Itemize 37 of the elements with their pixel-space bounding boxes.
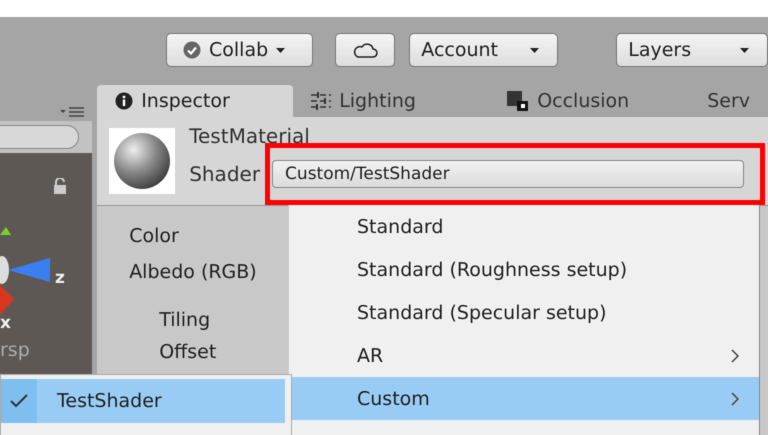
- property-label: Offset: [158, 340, 216, 365]
- property-label: Color: [129, 224, 179, 249]
- menu-item[interactable]: Custom: [289, 377, 759, 420]
- property-label: Albedo (RGB): [129, 260, 257, 285]
- shader-dropdown[interactable]: Custom/TestShader: [272, 160, 744, 188]
- caret-icon: [740, 48, 749, 52]
- search-field[interactable]: [0, 125, 79, 149]
- menu-icon[interactable]: [60, 107, 84, 117]
- dropdown-button[interactable]: Layers: [616, 33, 768, 67]
- panel-tab[interactable]: Occlusion: [489, 85, 690, 117]
- property-label: Tiling: [158, 308, 210, 333]
- cloud-icon: [352, 42, 378, 58]
- shader-label: Shader: [189, 162, 260, 186]
- panel-tab[interactable]: Serv: [689, 85, 768, 117]
- info-icon: [115, 92, 134, 110]
- menu-item[interactable]: Standard: [289, 205, 759, 248]
- menu-item[interactable]: Standard (Roughness setup): [289, 248, 759, 291]
- sliders-icon: [311, 92, 332, 110]
- panel-tab[interactable]: Lighting: [293, 85, 490, 117]
- menu-item[interactable]: AR: [289, 334, 759, 377]
- caret-icon: [530, 48, 540, 52]
- lock-icon[interactable]: [53, 178, 67, 194]
- material-name: TestMaterial: [189, 126, 310, 146]
- chevron-right-icon: [731, 392, 739, 406]
- collab-button[interactable]: Collab: [166, 33, 313, 67]
- check-circle-icon: [183, 41, 201, 59]
- caret-icon: [276, 48, 286, 52]
- panel-tab[interactable]: Inspector: [97, 85, 294, 117]
- occlusion-icon: [507, 91, 530, 111]
- check-icon: [10, 394, 28, 408]
- chevron-right-icon: [731, 348, 739, 362]
- menu-item[interactable]: TestShader: [1, 379, 285, 423]
- cloud-button[interactable]: [334, 33, 396, 67]
- axis-label: z: [55, 268, 65, 288]
- dropdown-button[interactable]: Account: [409, 33, 558, 67]
- axis-label: x: [0, 313, 11, 333]
- menu-item[interactable]: Standard (Specular setup): [289, 291, 759, 334]
